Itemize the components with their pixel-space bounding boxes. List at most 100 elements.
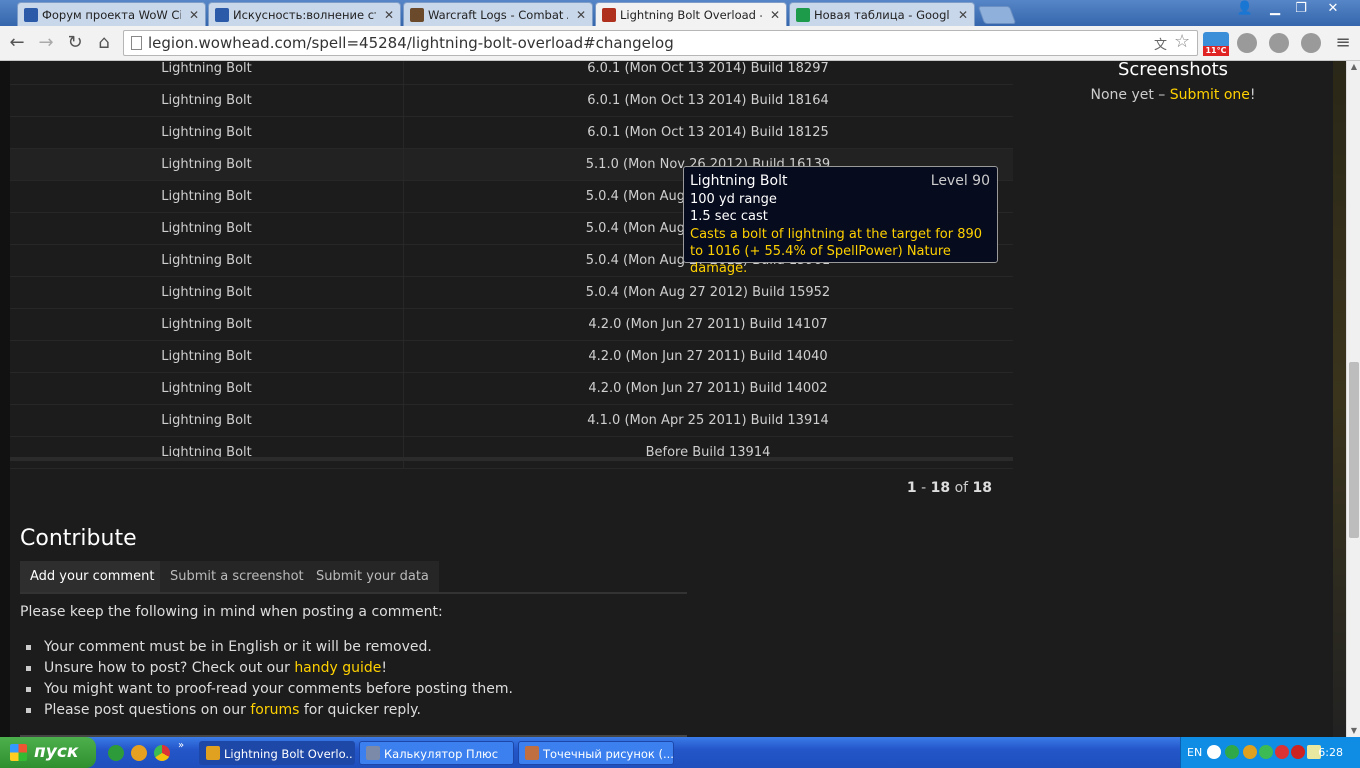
tab-title: Warcraft Logs - Combat Ana [428,8,568,22]
pager-to: 18 [930,480,951,496]
language-indicator[interactable]: EN [1187,737,1202,768]
tooltip-description: Casts a bolt of lightning at the target … [690,227,983,276]
close-tab-icon[interactable]: ✕ [384,3,394,26]
spell-name-cell[interactable]: Lightning Bolt [10,117,404,148]
scrollbar-thumb[interactable] [1349,362,1359,538]
spell-name-cell[interactable]: Lightning Bolt [10,309,404,340]
start-button[interactable]: пуск [0,737,96,768]
translate-icon[interactable]: 文 [1154,34,1167,53]
user-icon[interactable]: 👤 [1232,0,1258,18]
guideline-text: You might want to proof-read your commen… [44,681,513,697]
antivirus-icon[interactable] [1291,745,1305,759]
list-item: Your comment must be in English or it wi… [26,637,513,658]
exclamation-text: ! [1249,87,1256,103]
pager-from: 1 [906,480,917,496]
table-row: Lightning Bolt 4.1.0 (Mon Apr 25 2011) Bu… [10,405,1013,437]
table-row: Lightning Bolt 4.2.0 (Mon Jun 27 2011) Bu… [10,309,1013,341]
close-window-icon[interactable]: ✕ [1320,0,1346,18]
sidebar: Screenshots None yet – Submit one! [1013,61,1333,737]
page-icon [131,36,142,50]
taskbar-item-paint[interactable]: Точечный рисунок (... [518,741,674,765]
submit-screenshot-link[interactable]: Submit one [1170,87,1250,103]
list-item: Unsure how to post? Check out our handy … [26,658,513,679]
tab-submit-screenshot[interactable]: Submit a screenshot [160,561,314,592]
browser-tab-4-active[interactable]: Lightning Bolt Overload - Spe ✕ [595,2,787,27]
extension-icon[interactable] [1237,33,1257,53]
close-tab-icon[interactable]: ✕ [576,3,586,26]
minimize-icon[interactable]: ▁ [1262,0,1288,18]
start-label: пуск [34,742,79,762]
screenshots-status: None yet – Submit one! [1013,87,1333,103]
close-tab-icon[interactable]: ✕ [189,3,199,26]
warcraft-logs-favicon-icon [410,8,424,22]
reload-icon[interactable]: ↻ [63,31,87,55]
spell-name-cell[interactable]: Lightning Bolt [10,181,404,212]
build-cell: 6.0.1 (Mon Oct 13 2014) Build 18297 [587,61,829,76]
tray-icon[interactable] [1275,745,1289,759]
pager-total: 18 [972,480,992,496]
taskbar-item-chrome[interactable]: Lightning Bolt Overlo... [199,741,355,765]
build-cell: 4.2.0 (Mon Jun 27 2011) Build 14107 [588,317,828,332]
quick-launch-more-icon[interactable]: » [178,740,184,751]
browser-tab-2[interactable]: Искусность:волнение стих ✕ [208,2,401,26]
extension-icon[interactable] [1269,33,1289,53]
build-cell: 4.1.0 (Mon Apr 25 2011) Build 13914 [587,413,829,428]
forums-link[interactable]: forums [250,702,299,718]
forward-arrow-icon[interactable]: → [34,31,58,55]
tray-arrow-icon[interactable] [1207,745,1221,759]
new-tab-button[interactable] [977,6,1017,24]
spell-name-cell[interactable]: Lightning Bolt [10,149,404,180]
screenshots-heading: Screenshots [1117,61,1229,80]
browser-tab-3[interactable]: Warcraft Logs - Combat Ana ✕ [403,2,593,26]
home-icon[interactable]: ⌂ [92,31,116,55]
spell-name-cell[interactable]: Lightning Bolt [10,85,404,116]
spell-name-cell[interactable]: Lightning Bolt [10,277,404,308]
spell-tooltip: Lightning Bolt Level 90 100 yd range 1.5… [683,166,998,276]
close-tab-icon[interactable]: ✕ [770,3,780,27]
scroll-up-arrow-icon[interactable]: ▲ [1347,61,1360,73]
page-background-right [1333,61,1346,737]
browser-tab-5[interactable]: Новая таблица - Google Таб ✕ [789,2,975,26]
table-row: Lightning Bolt 4.2.0 (Mon Jun 27 2011) Bu… [10,341,1013,373]
handy-guide-link[interactable]: handy guide [294,660,381,676]
comment-guidelines-list: Your comment must be in English or it wi… [26,637,513,721]
pager-of: of [954,480,969,496]
close-tab-icon[interactable]: ✕ [958,3,968,26]
forum-favicon-icon [24,8,38,22]
chrome-icon[interactable] [154,745,170,761]
task-label: Точечный рисунок (... [543,747,674,761]
taskbar-item-calculator[interactable]: Калькулятор Плюс [359,741,514,765]
menu-icon[interactable]: ≡ [1331,31,1355,55]
system-tray: EN 6:28 [1180,737,1360,768]
url-input[interactable] [148,33,1148,53]
spell-name-cell[interactable]: Lightning Bolt [10,373,404,404]
spell-name-cell[interactable]: Lightning Bolt [10,405,404,436]
tab-submit-data[interactable]: Submit your data [306,561,439,592]
restore-icon[interactable]: ❐ [1288,0,1314,18]
back-arrow-icon[interactable]: ← [5,31,29,55]
weather-extension-icon[interactable]: 11°C [1203,32,1229,56]
tray-icon[interactable] [1243,745,1257,759]
spell-name-cell[interactable]: Lightning Bolt [10,437,404,468]
tab-title: Новая таблица - Google Таб [814,8,950,22]
spell-name-cell[interactable]: Lightning Bolt [10,245,404,276]
spell-name-cell[interactable]: Lightning Bolt [10,213,404,244]
browser-tab-1[interactable]: Форум проекта WoW Circle ✕ [17,2,206,26]
tab-add-comment[interactable]: Add your comment [20,561,165,592]
tray-icon[interactable] [1259,745,1273,759]
tray-icon[interactable] [1225,745,1239,759]
utorrent-icon[interactable] [108,745,124,761]
bookmark-star-icon[interactable]: ☆ [1174,31,1190,52]
contribute-heading: Contribute [20,526,137,551]
page-background-left [0,61,10,737]
windows-logo-icon [10,744,27,761]
scroll-down-arrow-icon[interactable]: ▼ [1347,725,1360,737]
address-bar[interactable]: 文 ☆ [123,30,1198,56]
comment-guidelines-intro: Please keep the following in mind when p… [20,604,443,620]
spell-name-cell[interactable]: Lightning Bolt [10,61,404,84]
quick-launch-icon[interactable] [131,745,147,761]
tooltip-level: Level 90 [930,173,990,189]
extension-icon[interactable] [1301,33,1321,53]
spell-name-cell[interactable]: Lightning Bolt [10,341,404,372]
page-scrollbar[interactable]: ▲ ▼ [1346,61,1360,737]
